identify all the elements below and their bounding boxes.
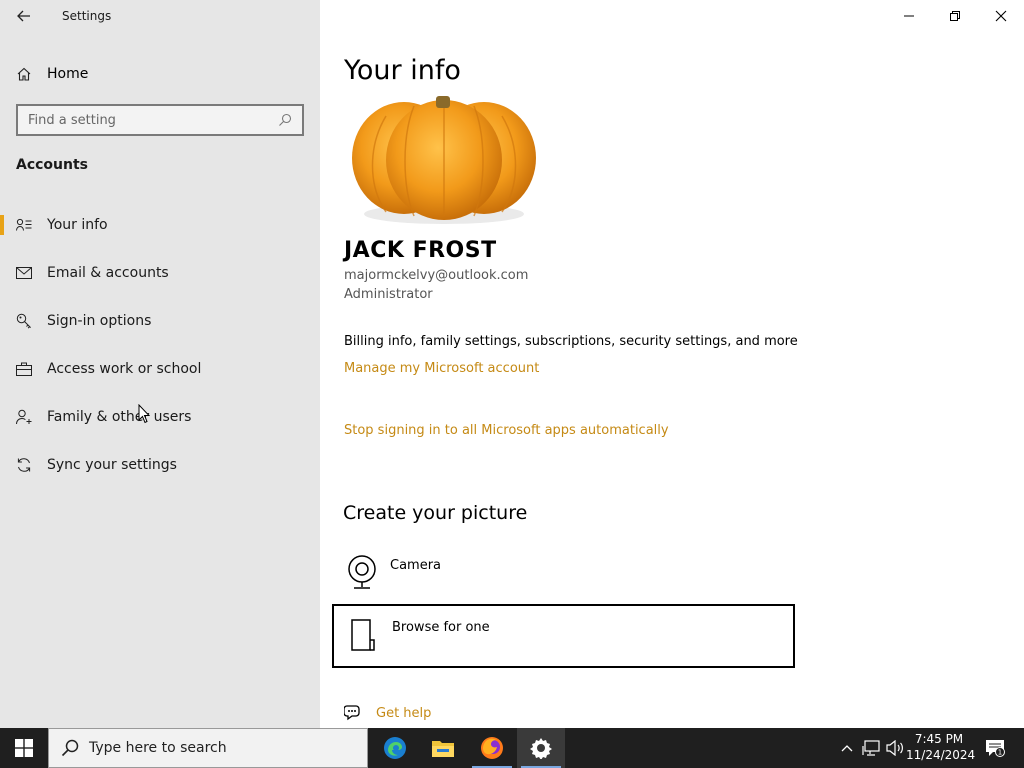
back-button[interactable] [12,4,36,28]
camera-option[interactable]: Camera [332,544,795,608]
windows-logo-icon [15,739,33,757]
sync-icon [17,458,31,472]
create-picture-heading: Create your picture [343,502,528,524]
taskbar-file-explorer[interactable] [419,728,467,768]
find-setting-box[interactable] [16,104,304,136]
action-center-button[interactable]: 1 [980,728,1010,768]
nav-item-sign-in-options[interactable]: Sign-in options [0,301,320,341]
nav-item-sync-settings[interactable]: Sync your settings [0,445,320,485]
nav-item-label: Family & other users [47,409,192,425]
person-card-icon [16,218,32,231]
document-icon [351,619,375,651]
show-hidden-icons-button[interactable] [838,728,856,768]
billing-description: Billing info, family settings, subscript… [344,334,798,349]
back-arrow-icon [17,10,30,22]
search-icon [61,739,79,757]
settings-nav-pane: Settings Home Accounts Your info [0,0,320,728]
nav-item-label: Sync your settings [47,457,177,473]
notification-icon: 1 [986,740,1005,757]
user-name: JACK FROST [344,238,497,263]
close-button[interactable] [978,0,1024,32]
mouse-cursor [138,404,150,424]
close-icon [995,10,1007,22]
key-icon [16,313,31,329]
clock-time: 7:45 PM [914,732,964,746]
taskbar: Type here to search 7:45 PM 11/24/2024 1 [0,728,1024,768]
user-avatar-pumpkin[interactable] [344,96,544,226]
nav-item-family-other-users[interactable]: Family & other users [0,397,320,437]
app-title: Settings [62,9,112,23]
browse-label: Browse for one [392,620,490,635]
nav-item-label: Sign-in options [47,313,152,329]
network-icon [862,740,880,756]
nav-item-email-accounts[interactable]: Email & accounts [0,253,320,293]
restore-button[interactable] [932,0,978,32]
user-role: Administrator [344,287,433,302]
nav-item-label: Email & accounts [47,265,169,281]
person-add-icon [16,409,32,425]
clock-date: 11/24/2024 [906,748,976,762]
firefox-icon [481,737,503,759]
nav-item-label: Your info [47,217,108,233]
speaker-icon [886,740,903,756]
find-setting-input[interactable] [28,112,278,128]
home-icon [17,67,31,81]
search-icon[interactable] [278,113,292,127]
nav-home-label: Home [47,66,89,82]
camera-label: Camera [390,558,442,573]
get-help-label: Get help [376,705,432,721]
taskbar-settings[interactable] [517,728,565,768]
camera-icon [348,555,376,589]
edge-icon [384,737,406,759]
get-help-link[interactable]: Get help [344,704,431,722]
stop-signing-in-link[interactable]: Stop signing in to all Microsoft apps au… [344,423,669,438]
page-title: Your info [344,55,461,86]
section-title: Accounts [16,157,89,173]
taskbar-search-box[interactable]: Type here to search [48,728,368,768]
selected-indicator [0,215,4,235]
nav-item-your-info[interactable]: Your info [0,205,320,245]
taskbar-search-placeholder: Type here to search [89,740,227,756]
minimize-icon [904,15,914,17]
taskbar-edge[interactable] [371,728,419,768]
volume-control[interactable] [884,728,906,768]
nav-item-label: Access work or school [47,361,202,377]
start-button[interactable] [0,728,48,768]
nav-home[interactable]: Home [16,62,88,86]
network-status[interactable] [860,728,882,768]
notification-count: 1 [998,749,1002,757]
manage-microsoft-account-link[interactable]: Manage my Microsoft account [344,361,539,376]
briefcase-icon [16,362,32,376]
nav-item-access-work-school[interactable]: Access work or school [0,349,320,389]
help-chat-icon [344,705,360,721]
chevron-up-icon [841,745,853,752]
browse-for-one-option[interactable]: Browse for one [332,604,795,668]
user-email: majormckelvy@outlook.com [344,268,529,283]
restore-icon [950,11,960,21]
taskbar-clock[interactable]: 7:45 PM 11/24/2024 [906,731,976,763]
gear-icon [530,738,552,759]
taskbar-firefox[interactable] [468,728,516,768]
minimize-button[interactable] [886,0,932,32]
folder-icon [432,741,454,757]
email-icon [16,267,32,279]
